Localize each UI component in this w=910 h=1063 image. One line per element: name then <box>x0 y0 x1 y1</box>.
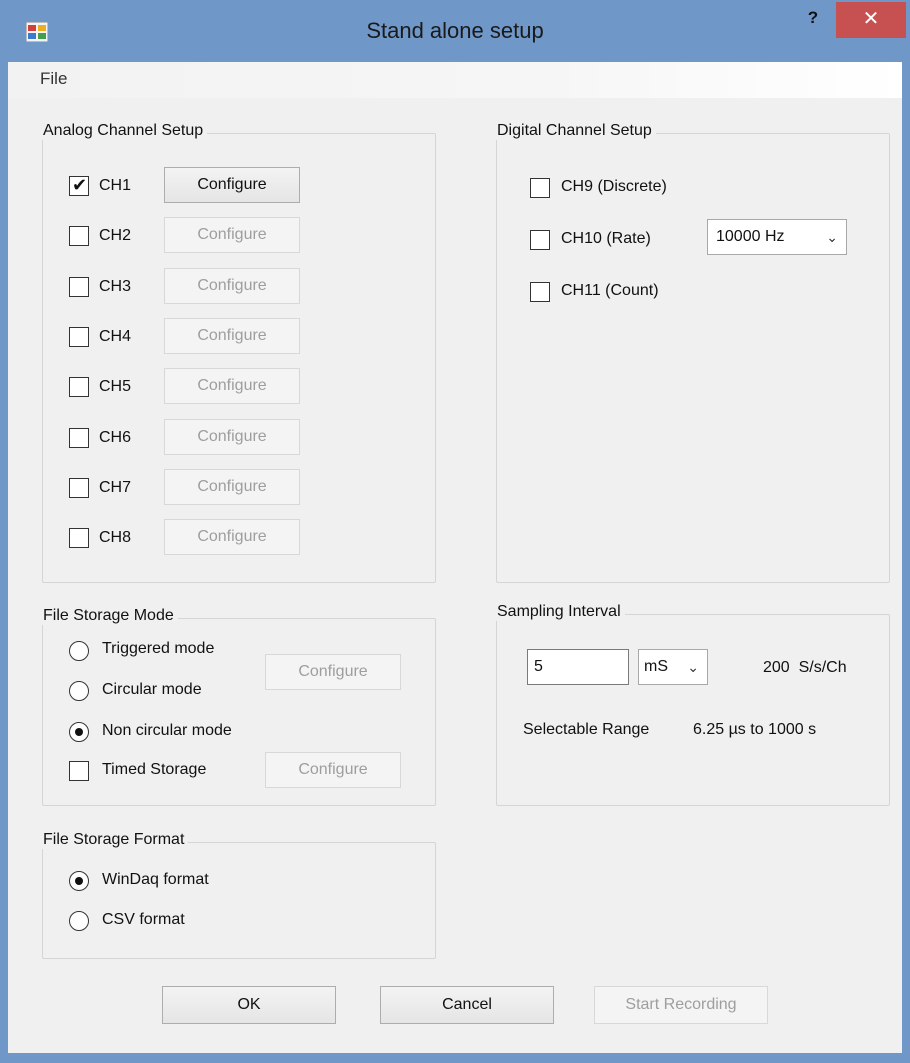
ch3-configure-button[interactable]: Configure <box>164 268 300 304</box>
sampling-value-text: 5 <box>534 658 543 675</box>
digital-channel-group: Digital Channel Setup CH9 (Discrete) CH1… <box>493 122 890 583</box>
timed-storage-checkbox[interactable] <box>69 761 89 781</box>
csv-format-label: CSV format <box>102 911 185 928</box>
menu-bar: File <box>8 62 902 98</box>
sampling-interval-title: Sampling Interval <box>493 603 625 621</box>
ch1-checkbox[interactable]: ✔ <box>69 175 89 196</box>
timed-configure-button[interactable]: Configure <box>265 752 401 788</box>
storage-mode-group: File Storage Mode Triggered mode Circula… <box>39 607 436 806</box>
circular-mode-label: Circular mode <box>102 681 202 698</box>
ch2-checkbox[interactable] <box>69 226 89 246</box>
csv-format-radio[interactable] <box>69 911 89 931</box>
sampling-value-input[interactable]: 5 <box>527 649 629 685</box>
ch9-checkbox[interactable] <box>530 178 550 198</box>
ch6-label: CH6 <box>99 429 132 446</box>
ch4-checkbox[interactable] <box>69 327 89 347</box>
storage-format-group: File Storage Format WinDaq format CSV fo… <box>39 831 436 959</box>
ch5-label: CH5 <box>99 378 132 395</box>
chevron-down-icon: ⌄ <box>687 659 699 675</box>
triggered-mode-label: Triggered mode <box>102 640 215 657</box>
sampling-unit-select[interactable]: mS ⌄ <box>638 649 708 685</box>
analog-channel-title: Analog Channel Setup <box>39 122 208 140</box>
ok-button[interactable]: OK <box>162 986 336 1024</box>
rate-select[interactable]: 10000 Hz ⌄ <box>707 219 847 255</box>
windaq-format-label: WinDaq format <box>102 871 209 888</box>
non-circular-mode-radio[interactable] <box>69 722 89 742</box>
ch1-configure-button[interactable]: Configure <box>164 167 300 203</box>
ch11-checkbox[interactable] <box>530 282 550 302</box>
ch5-configure-button[interactable]: Configure <box>164 368 300 404</box>
ch8-configure-button[interactable]: Configure <box>164 519 300 555</box>
ch11-label: CH11 (Count) <box>561 282 659 299</box>
cancel-button[interactable]: Cancel <box>380 986 554 1024</box>
ch2-label: CH2 <box>99 227 132 244</box>
storage-format-title: File Storage Format <box>39 831 189 849</box>
close-button[interactable]: ✕ <box>836 2 906 38</box>
selectable-range-value: 6.25 µs to 1000 s <box>693 721 817 738</box>
ch10-checkbox[interactable] <box>530 230 550 250</box>
ch8-checkbox[interactable] <box>69 528 89 548</box>
start-recording-button[interactable]: Start Recording <box>594 986 768 1024</box>
ch3-checkbox[interactable] <box>69 277 89 297</box>
selectable-range-label: Selectable Range <box>523 721 650 738</box>
sampling-interval-group: Sampling Interval 5 mS ⌄ 200 S/s/Ch Sele… <box>493 603 890 806</box>
ch8-label: CH8 <box>99 529 132 546</box>
analog-channel-group: Analog Channel Setup ✔ CH1 Configure CH2 Con… <box>39 122 436 583</box>
ch4-configure-button[interactable]: Configure <box>164 318 300 354</box>
dialog-window: Stand alone setup ? ✕ File Analog Channe… <box>0 0 910 1063</box>
ch7-label: CH7 <box>99 479 132 496</box>
storage-mode-title: File Storage Mode <box>39 607 178 625</box>
digital-channel-title: Digital Channel Setup <box>493 122 656 140</box>
ch9-label: CH9 (Discrete) <box>561 178 667 195</box>
radio-selected-dot <box>75 728 83 736</box>
ch1-label: CH1 <box>99 177 132 194</box>
ch5-checkbox[interactable] <box>69 377 89 397</box>
mode-configure-button[interactable]: Configure <box>265 654 401 690</box>
sampling-rate-text: 200 S/s/Ch <box>763 659 847 676</box>
menu-file[interactable]: File <box>40 69 67 89</box>
windaq-format-radio[interactable] <box>69 871 89 891</box>
ch10-label: CH10 (Rate) <box>561 230 651 247</box>
ch6-checkbox[interactable] <box>69 428 89 448</box>
ch7-configure-button[interactable]: Configure <box>164 469 300 505</box>
title-bar[interactable]: Stand alone setup ? ✕ <box>0 0 910 62</box>
ch4-label: CH4 <box>99 328 132 345</box>
help-button[interactable]: ? <box>800 8 826 32</box>
window-title: Stand alone setup <box>366 18 544 43</box>
chevron-down-icon: ⌄ <box>826 229 838 245</box>
triggered-mode-radio[interactable] <box>69 641 89 661</box>
ch6-configure-button[interactable]: Configure <box>164 419 300 455</box>
sampling-unit-value: mS <box>644 658 668 675</box>
checkmark-icon: ✔ <box>72 175 88 195</box>
radio-selected-dot <box>75 877 83 885</box>
dialog-client-area: File Analog Channel Setup ✔ CH1 Configure C… <box>8 62 902 1053</box>
ch7-checkbox[interactable] <box>69 478 89 498</box>
circular-mode-radio[interactable] <box>69 681 89 701</box>
ch2-configure-button[interactable]: Configure <box>164 217 300 253</box>
rate-select-value: 10000 Hz <box>716 228 785 245</box>
timed-storage-label: Timed Storage <box>102 761 207 778</box>
ch3-label: CH3 <box>99 278 132 295</box>
non-circular-mode-label: Non circular mode <box>102 722 232 739</box>
